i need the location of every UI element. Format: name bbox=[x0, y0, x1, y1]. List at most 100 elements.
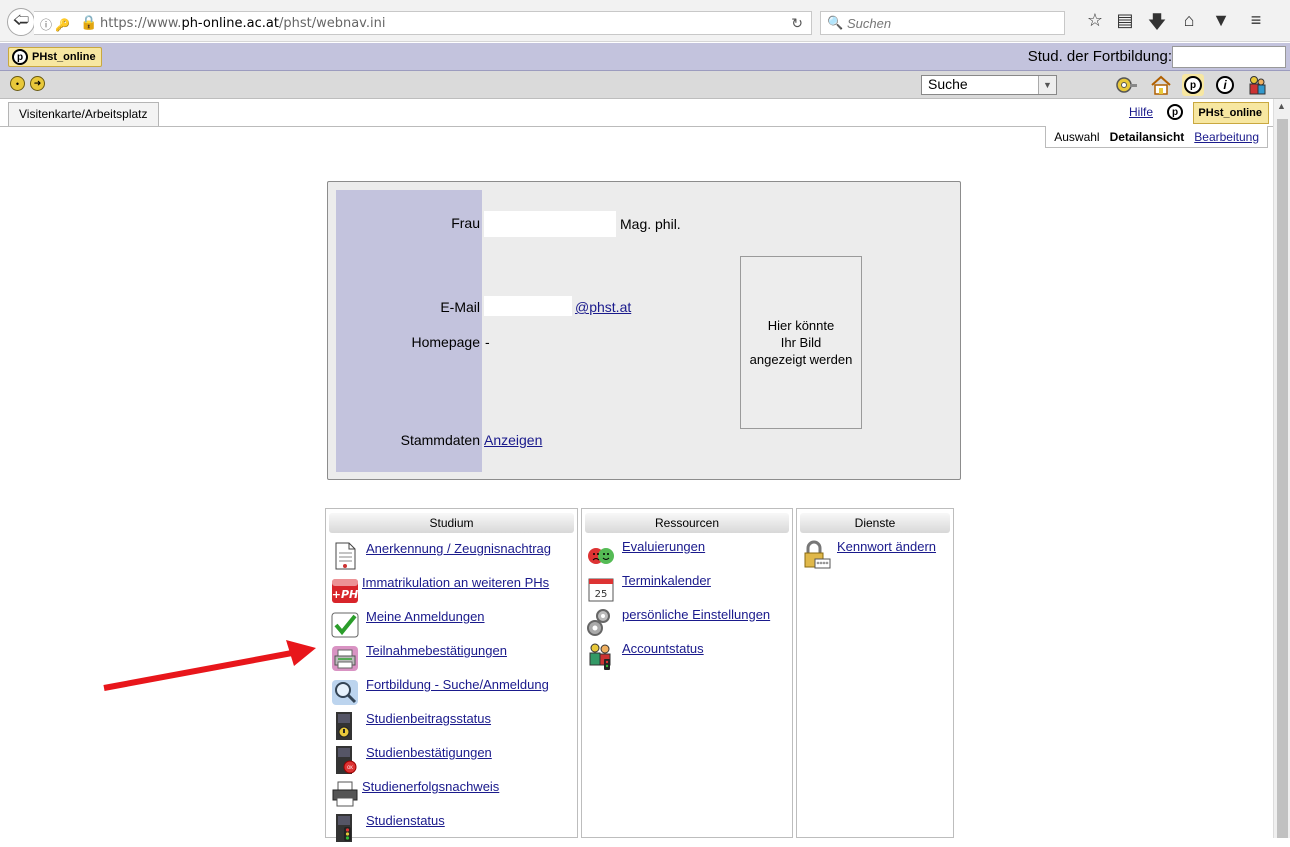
pocket-icon[interactable]: ▼ bbox=[1208, 10, 1234, 31]
key-icon[interactable] bbox=[1116, 74, 1138, 96]
view-mode-bar: Auswahl Detailansicht Bearbeitung bbox=[1045, 126, 1268, 148]
lock-icon: **** bbox=[804, 540, 831, 569]
people-icon[interactable] bbox=[1246, 74, 1268, 96]
link-anerkennung[interactable]: Anerkennung / Zeugnisnachtrag bbox=[366, 541, 551, 556]
name-field bbox=[484, 211, 616, 237]
stud-input[interactable] bbox=[1172, 46, 1286, 68]
brand-badge[interactable]: PHst_online bbox=[1193, 102, 1269, 124]
bookmark-star-icon[interactable]: ☆ bbox=[1082, 10, 1108, 31]
view-edit-link[interactable]: Bearbeitung bbox=[1194, 130, 1259, 144]
list-item[interactable]: Teilnahmebestätigungen bbox=[326, 643, 577, 677]
svg-text:+PH: +PH bbox=[332, 588, 359, 601]
link-studienbestaetigungen[interactable]: Studienbestätigungen bbox=[366, 745, 492, 760]
link-evaluierungen[interactable]: Evaluierungen bbox=[622, 539, 705, 554]
panel-title: Dienste bbox=[800, 513, 950, 533]
link-kennwort-aendern[interactable]: Kennwort ändern bbox=[837, 539, 936, 554]
search-select[interactable]: Suche ▼ bbox=[921, 75, 1057, 95]
photo-placeholder: Hier könnte Ihr Bild angezeigt werden bbox=[740, 256, 862, 429]
magnifier-icon bbox=[332, 680, 358, 705]
app-toolbar: • ➜ Suche ▼ p i bbox=[0, 71, 1290, 99]
link-teilnahmebestaetigungen[interactable]: Teilnahmebestätigungen bbox=[366, 643, 507, 658]
list-item[interactable]: Fortbildung - Suche/Anmeldung bbox=[326, 677, 577, 711]
tab-visitenkarte[interactable]: Visitenkarte/Arbeitsplatz bbox=[8, 102, 159, 126]
lock-icon: 🔒 bbox=[80, 14, 98, 30]
printer-icon bbox=[332, 781, 358, 807]
brand-name: PHst_online bbox=[1198, 107, 1262, 119]
list-item[interactable]: OK Studienbestätigungen bbox=[326, 745, 577, 779]
link-accountstatus[interactable]: Accountstatus bbox=[622, 641, 704, 656]
chevron-down-icon[interactable]: ▼ bbox=[1038, 76, 1056, 94]
browser-search-input[interactable]: 🔍 Suchen bbox=[820, 11, 1065, 35]
browser-toolbar: 🢠 ⓘ 🔑 🔒 https://www.ph-online.ac.at/phst… bbox=[0, 0, 1290, 42]
list-item[interactable]: Studienerfolgsnachweis bbox=[326, 779, 577, 813]
list-item[interactable]: Evaluierungen bbox=[582, 539, 792, 573]
vertical-scrollbar[interactable]: ▲ bbox=[1273, 99, 1290, 838]
list-item[interactable]: persönliche Einstellungen bbox=[582, 607, 792, 641]
svg-text:****: **** bbox=[817, 561, 829, 568]
link-terminkalender[interactable]: Terminkalender bbox=[622, 573, 711, 588]
scroll-up-icon[interactable]: ▲ bbox=[1277, 101, 1286, 111]
stammdaten-label: Stammdaten bbox=[400, 432, 480, 448]
list-item[interactable]: Anerkennung / Zeugnisnachtrag bbox=[326, 541, 577, 575]
link-immatrikulation[interactable]: Immatrikulation an weiteren PHs bbox=[362, 575, 549, 590]
menu-icon[interactable]: ≡ bbox=[1243, 10, 1269, 31]
link-persoenliche-einstellungen[interactable]: persönliche Einstellungen bbox=[622, 607, 770, 622]
app-logo[interactable]: p PHst_online bbox=[8, 47, 102, 67]
list-item[interactable]: Meine Anmeldungen bbox=[326, 609, 577, 643]
help-link[interactable]: Hilfe bbox=[1129, 105, 1153, 119]
link-studienbeitragsstatus[interactable]: Studienbeitragsstatus bbox=[366, 711, 491, 726]
list-item[interactable]: 25 Terminkalender bbox=[582, 573, 792, 607]
brand-name: PHst_online bbox=[32, 51, 96, 63]
calendar-day: 25 bbox=[595, 589, 608, 600]
email-link[interactable]: @phst.at bbox=[575, 299, 631, 315]
link-studienstatus[interactable]: Studienstatus bbox=[366, 813, 445, 828]
search-select-value: Suche bbox=[928, 76, 968, 92]
p-logo-icon: p bbox=[12, 49, 28, 65]
photo-text: angezeigt werden bbox=[749, 352, 853, 367]
scroll-thumb[interactable] bbox=[1277, 119, 1288, 838]
app-header: p PHst_online Stud. der Fortbildung: bbox=[0, 43, 1290, 71]
p-logo-icon[interactable]: p bbox=[1182, 74, 1204, 96]
list-item[interactable]: Accountstatus bbox=[582, 641, 792, 675]
search-placeholder: Suchen bbox=[847, 16, 892, 31]
download-icon[interactable]: 🡇 bbox=[1144, 10, 1170, 40]
certificate-icon: OK bbox=[336, 746, 357, 774]
p-logo-icon: p bbox=[1167, 104, 1183, 120]
panel-title: Studium bbox=[329, 513, 574, 533]
link-fortbildung-suche[interactable]: Fortbildung - Suche/Anmeldung bbox=[366, 677, 549, 692]
plus-ph-icon: +PH bbox=[332, 579, 359, 603]
library-icon[interactable]: ▤ bbox=[1112, 10, 1138, 31]
info-icon[interactable]: i bbox=[1214, 74, 1236, 96]
document-icon bbox=[335, 542, 356, 570]
url-bar[interactable]: ⓘ 🔑 🔒 https://www.ph-online.ac.at/phst/w… bbox=[34, 11, 812, 35]
nav-dot-icon[interactable]: • bbox=[10, 76, 25, 91]
gears-icon bbox=[587, 609, 610, 636]
panel-ressourcen: Ressourcen Evaluierungen 25 Terminkalend… bbox=[581, 508, 793, 838]
link-studienerfolgsnachweis[interactable]: Studienerfolgsnachweis bbox=[362, 779, 499, 794]
account-status-icon bbox=[589, 643, 611, 670]
info-icon[interactable]: ⓘ 🔑 bbox=[40, 16, 70, 33]
card-label-column bbox=[336, 190, 482, 472]
home-icon[interactable]: ⌂ bbox=[1176, 10, 1202, 31]
nav-forward-icon[interactable]: ➜ bbox=[30, 76, 45, 91]
panel-studium: Studium Anerkennung / Zeugnisnachtrag +P… bbox=[325, 508, 578, 842]
academic-title: Mag. phil. bbox=[620, 216, 681, 232]
email-user-field bbox=[484, 296, 572, 316]
smileys-icon bbox=[588, 548, 614, 564]
svg-text:OK: OK bbox=[347, 765, 353, 770]
list-item[interactable]: **** Kennwort ändern bbox=[797, 539, 953, 573]
list-item[interactable]: Studienbeitragsstatus bbox=[326, 711, 577, 745]
stammdaten-link[interactable]: Anzeigen bbox=[484, 432, 542, 448]
photo-text: Hier könnte bbox=[767, 318, 835, 333]
printer-pink-icon bbox=[332, 646, 358, 671]
homepage-value: - bbox=[485, 334, 490, 350]
reload-icon[interactable]: ↻ bbox=[791, 15, 803, 32]
list-item[interactable]: +PH Immatrikulation an weiteren PHs bbox=[326, 575, 577, 609]
back-button[interactable]: 🢠 bbox=[7, 8, 35, 36]
link-meine-anmeldungen[interactable]: Meine Anmeldungen bbox=[366, 609, 485, 624]
home-icon[interactable] bbox=[1150, 74, 1172, 96]
view-auswahl[interactable]: Auswahl bbox=[1054, 130, 1099, 144]
view-detail[interactable]: Detailansicht bbox=[1110, 130, 1185, 144]
list-item[interactable]: Studienstatus bbox=[326, 813, 577, 847]
salutation-label: Frau bbox=[451, 215, 480, 231]
